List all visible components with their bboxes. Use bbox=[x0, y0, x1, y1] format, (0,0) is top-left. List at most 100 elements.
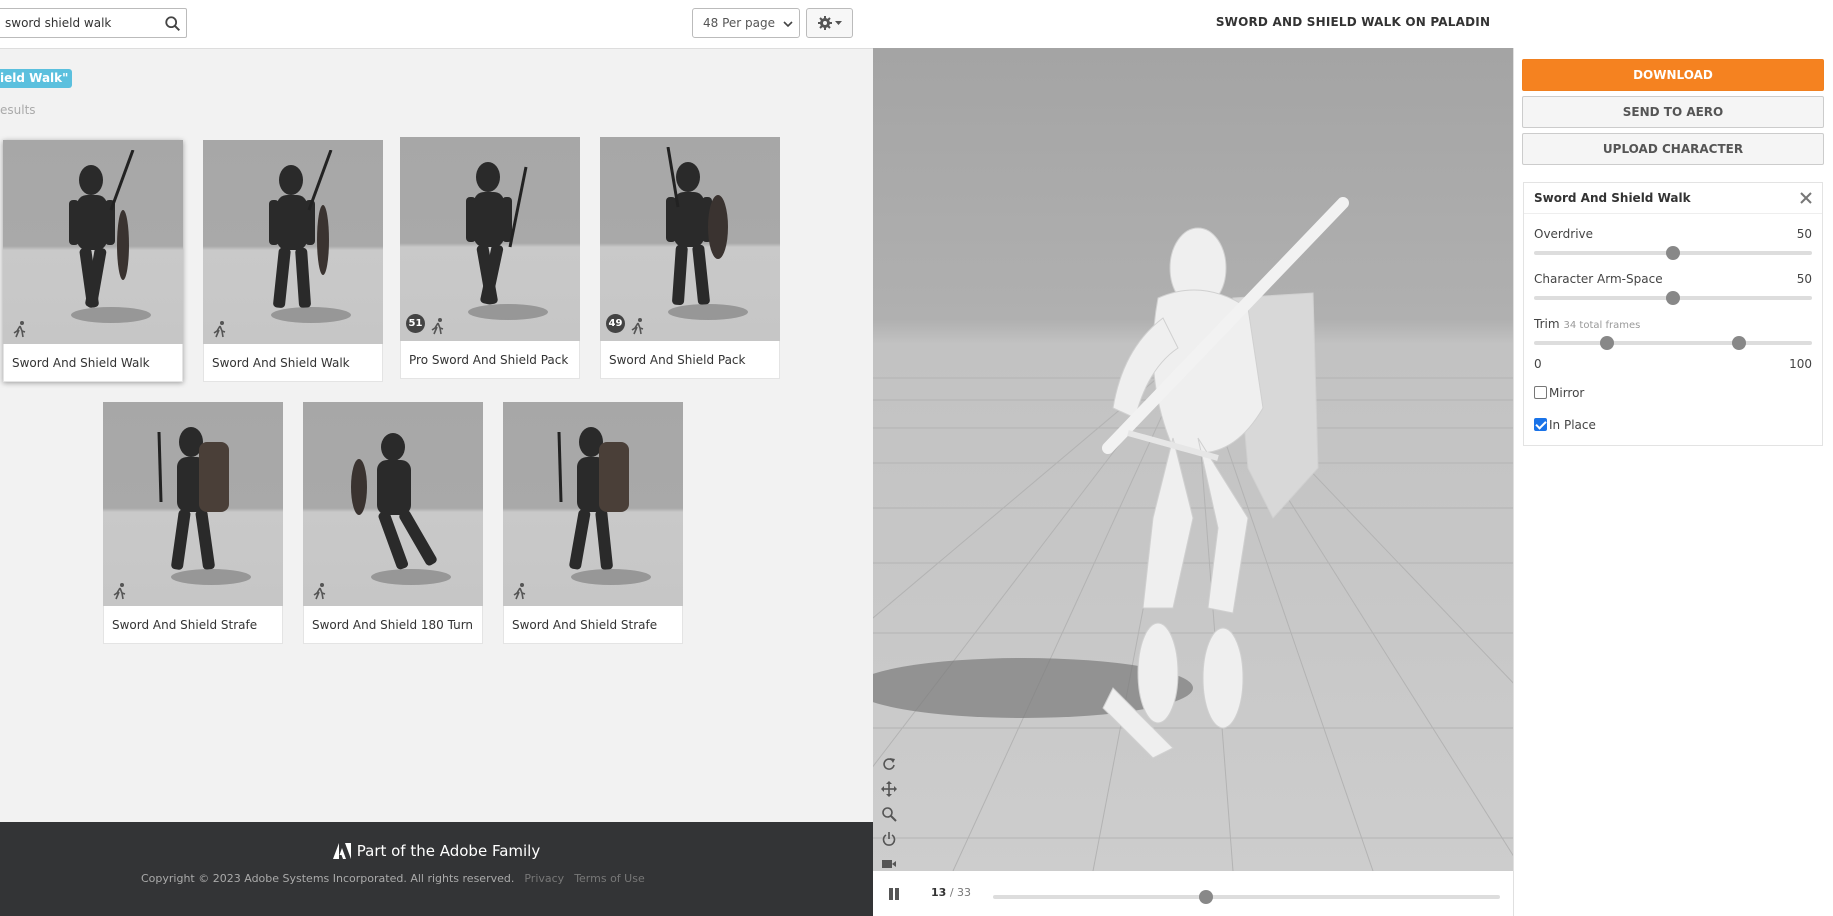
viewer-title: SWORD AND SHIELD WALK ON PALADIN bbox=[1215, 15, 1491, 29]
trim-label-row: Trim 34 total frames bbox=[1534, 317, 1640, 331]
card-title: Sword And Shield Walk bbox=[203, 344, 383, 382]
animation-card[interactable]: Sword And Shield Walk bbox=[3, 140, 183, 382]
per-page-value: 48 Per page bbox=[703, 16, 775, 30]
animation-thumbnail bbox=[303, 402, 483, 606]
trim-min: 0 bbox=[1534, 357, 1542, 371]
running-man-icon bbox=[513, 583, 526, 600]
viewport-tools bbox=[881, 756, 901, 871]
trim-start-thumb[interactable] bbox=[1600, 336, 1614, 350]
animation-thumbnail bbox=[103, 402, 283, 606]
knight-figure bbox=[351, 433, 451, 585]
upload-character-button[interactable]: UPLOAD CHARACTER bbox=[1522, 133, 1824, 165]
zoom-icon[interactable] bbox=[881, 806, 897, 822]
animation-settings-panel: DOWNLOAD SEND TO AERO UPLOAD CHARACTER S… bbox=[1513, 48, 1833, 916]
pause-icon[interactable] bbox=[887, 887, 901, 901]
frame-counter: 13 / 33 bbox=[931, 886, 971, 899]
3d-viewport[interactable] bbox=[873, 48, 1513, 871]
scene-render bbox=[873, 48, 1513, 871]
in-place-checkbox[interactable] bbox=[1534, 418, 1547, 431]
overdrive-slider[interactable] bbox=[1534, 246, 1812, 260]
chevron-down-icon bbox=[783, 21, 793, 28]
pack-count-badge: 51 bbox=[406, 314, 425, 333]
trim-end-thumb[interactable] bbox=[1732, 336, 1746, 350]
gear-icon bbox=[818, 16, 842, 30]
overdrive-value: 50 bbox=[1796, 227, 1812, 241]
timeline-knob[interactable] bbox=[1198, 890, 1213, 904]
knight-figure bbox=[269, 150, 351, 323]
running-man-icon bbox=[13, 321, 26, 338]
animation-pack-card[interactable]: 49 Sword And Shield Pack bbox=[600, 137, 789, 388]
power-icon[interactable] bbox=[881, 831, 897, 847]
running-man-icon bbox=[631, 318, 644, 335]
settings-button[interactable] bbox=[806, 8, 853, 38]
overdrive-slider-thumb[interactable] bbox=[1666, 246, 1680, 260]
arm-space-value: 50 bbox=[1796, 272, 1812, 286]
animation-thumbnail: 51 bbox=[400, 137, 580, 341]
viewer-header: SWORD AND SHIELD WALK ON PALADIN bbox=[873, 0, 1833, 48]
copyright-text: Copyright © 2023 Adobe Systems Incorpora… bbox=[141, 872, 515, 885]
running-man-icon bbox=[213, 321, 226, 338]
send-to-aero-button[interactable]: SEND TO AERO bbox=[1522, 96, 1824, 128]
pan-icon[interactable] bbox=[881, 781, 897, 797]
animation-card[interactable]: Sword And Shield 180 Turn bbox=[303, 402, 483, 644]
overdrive-label: Overdrive bbox=[1534, 227, 1594, 241]
knight-figure bbox=[157, 427, 251, 585]
trim-label: Trim bbox=[1534, 317, 1560, 331]
adobe-logo-icon bbox=[332, 843, 351, 859]
footer-brand: Part of the Adobe Family bbox=[0, 842, 873, 860]
trim-max: 100 bbox=[1789, 357, 1812, 371]
filter-tag[interactable]: ield Walk" bbox=[0, 69, 73, 88]
card-title: Sword And Shield Strafe bbox=[103, 606, 283, 644]
close-icon[interactable] bbox=[1800, 192, 1812, 204]
animation-card[interactable]: Sword And Shield Strafe bbox=[103, 402, 283, 644]
search-icon[interactable] bbox=[164, 15, 182, 33]
footer-brand-text: Part of the Adobe Family bbox=[356, 842, 541, 860]
card-title: Sword And Shield Pack bbox=[600, 341, 780, 379]
trim-total-frames: 34 total frames bbox=[1563, 320, 1641, 331]
animation-browser: 48 Per page ield Walk" esults Sword And … bbox=[0, 0, 873, 916]
playback-controls: 13 / 33 bbox=[873, 871, 1513, 916]
arm-space-label: Character Arm-Space bbox=[1534, 272, 1663, 286]
animation-thumbnail: 49 bbox=[600, 137, 780, 341]
animation-thumbnail bbox=[203, 140, 383, 344]
card-title: Pro Sword And Shield Pack bbox=[400, 341, 580, 379]
reset-view-icon[interactable] bbox=[881, 756, 897, 772]
pack-count-badge: 49 bbox=[606, 314, 625, 333]
footer: Part of the Adobe Family Copyright © 202… bbox=[0, 822, 873, 916]
download-button[interactable]: DOWNLOAD bbox=[1522, 59, 1824, 91]
knight-figure bbox=[69, 150, 151, 323]
search-toolbar: 48 Per page bbox=[0, 0, 873, 49]
animation-card[interactable]: Sword And Shield Strafe bbox=[503, 402, 683, 644]
mirror-checkbox-row[interactable]: Mirror bbox=[1534, 386, 1584, 400]
animation-card[interactable]: Sword And Shield Walk bbox=[203, 140, 383, 382]
card-title: Sword And Shield Strafe bbox=[503, 606, 683, 644]
timeline-slider[interactable] bbox=[993, 890, 1500, 904]
search-box bbox=[0, 8, 187, 38]
terms-link[interactable]: Terms of Use bbox=[574, 872, 645, 885]
knight-figure bbox=[557, 427, 651, 585]
animation-thumbnail bbox=[3, 140, 183, 344]
trim-range-slider[interactable] bbox=[1534, 336, 1812, 350]
running-man-icon bbox=[431, 318, 444, 335]
mirror-label: Mirror bbox=[1549, 386, 1585, 400]
knight-figure bbox=[466, 162, 548, 320]
arm-space-slider-thumb[interactable] bbox=[1666, 291, 1680, 305]
card-title: Sword And Shield 180 Turn bbox=[303, 606, 483, 644]
search-input[interactable] bbox=[0, 9, 149, 37]
knight-figure bbox=[666, 147, 748, 320]
current-frame: 13 bbox=[931, 886, 947, 899]
animation-pack-card[interactable]: 51 Pro Sword And Shield Pack bbox=[400, 137, 589, 388]
mirror-checkbox[interactable] bbox=[1534, 386, 1547, 399]
arm-space-slider[interactable] bbox=[1534, 291, 1812, 305]
in-place-label: In Place bbox=[1549, 418, 1596, 432]
animation-thumbnail bbox=[503, 402, 683, 606]
privacy-link[interactable]: Privacy bbox=[524, 872, 564, 885]
footer-copyright-row: Copyright © 2023 Adobe Systems Incorpora… bbox=[141, 872, 645, 885]
per-page-select[interactable]: 48 Per page bbox=[692, 8, 800, 38]
in-place-checkbox-row[interactable]: In Place bbox=[1534, 418, 1596, 432]
camera-icon[interactable] bbox=[881, 856, 897, 871]
animation-settings-card: Sword And Shield Walk Overdrive 50 Chara… bbox=[1523, 182, 1823, 446]
card-title: Sword And Shield Walk bbox=[3, 344, 183, 382]
total-frames: / 33 bbox=[949, 886, 972, 899]
running-man-icon bbox=[113, 583, 126, 600]
